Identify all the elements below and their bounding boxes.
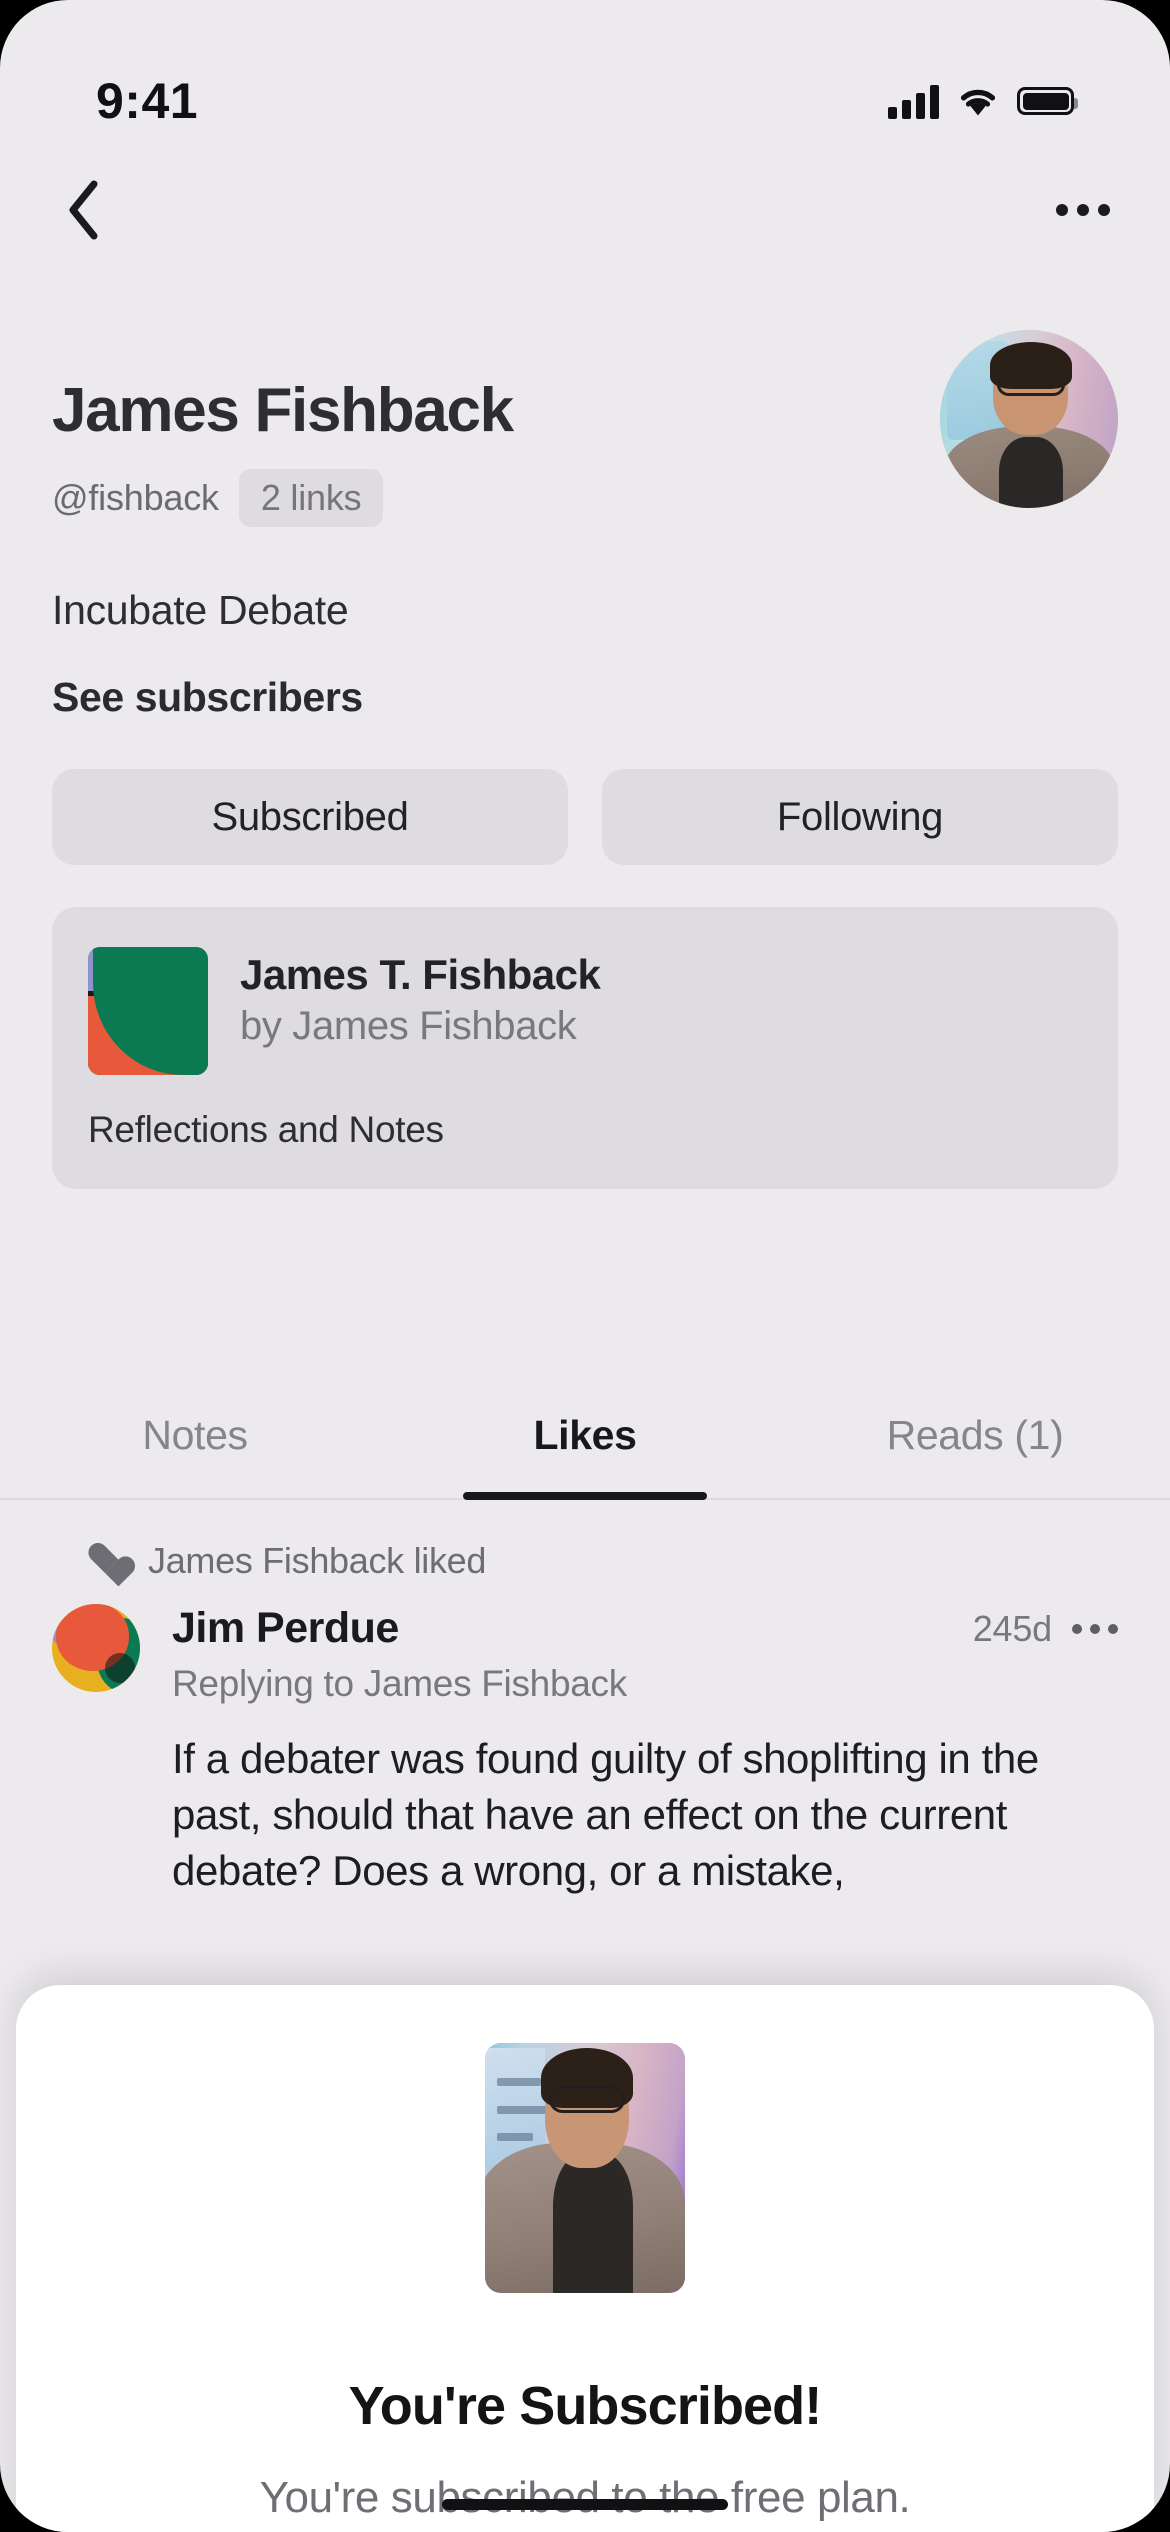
subscription-confirmation-sheet: You're Subscribed! You're subscribed to … [16, 1985, 1154, 2532]
profile-tabs: Notes Likes Reads (1) [0, 1372, 1170, 1500]
note-timestamp: 245d [972, 1607, 1052, 1649]
more-options-button[interactable] [1048, 178, 1118, 242]
liked-by-label: James Fishback liked [148, 1540, 487, 1581]
page-title: James Fishback [52, 376, 514, 445]
ellipsis-horizontal-icon [1056, 204, 1068, 216]
publication-title: James T. Fishback [240, 951, 601, 999]
phone-screen: 9:41 James Fishback @fishback 2 links In… [0, 0, 1170, 2532]
links-badge[interactable]: 2 links [238, 469, 384, 528]
publication-byline: by James Fishback [240, 1004, 577, 1049]
status-bar-clock: 9:41 [96, 73, 199, 129]
sheet-title: You're Subscribed! [348, 2376, 823, 2436]
tab-reads[interactable]: Reads (1) [780, 1372, 1170, 1498]
liked-by-row: James Fishback liked [52, 1540, 1118, 1582]
status-bar-indicators [888, 83, 1078, 119]
profile-action-buttons: Subscribed Following [52, 769, 1118, 866]
note-replying-to: Replying to James Fishback [172, 1663, 627, 1704]
tab-likes[interactable]: Likes [390, 1372, 780, 1498]
note-body-text: If a debater was found guilty of shoplif… [172, 1735, 1039, 1894]
liked-note-item[interactable]: James Fishback liked Jim Perdue 245d Rep… [0, 1540, 1170, 1899]
status-bar: 9:41 [0, 0, 1170, 160]
following-button[interactable]: Following [602, 769, 1118, 866]
profile-header: James Fishback @fishback 2 links Incubat… [0, 330, 1170, 1190]
back-button[interactable] [52, 178, 116, 242]
note-author-name[interactable]: Jim Perdue [172, 1604, 399, 1653]
note-author-avatar[interactable] [52, 1604, 140, 1692]
cellular-signal-icon [888, 83, 939, 119]
navigation-bar [0, 165, 1170, 255]
avatar[interactable] [940, 330, 1118, 508]
subscription-hero-photo [485, 2043, 685, 2293]
handle-row: @fishback 2 links [52, 469, 513, 528]
see-subscribers-link[interactable]: See subscribers [52, 674, 1118, 721]
publication-subtitle: Reflections and Notes [88, 1109, 444, 1151]
publication-logo-icon [88, 947, 208, 1076]
publication-card[interactable]: James T. Fishback by James Fishback Refl… [52, 907, 1118, 1190]
wifi-icon [957, 85, 999, 117]
profile-bio: Incubate Debate [52, 587, 349, 634]
subscribed-button[interactable]: Subscribed [52, 769, 568, 866]
ellipsis-horizontal-icon [1072, 1623, 1082, 1634]
note-more-button[interactable] [1072, 1623, 1118, 1634]
home-indicator[interactable] [442, 2499, 728, 2510]
tab-notes[interactable]: Notes [0, 1372, 390, 1498]
battery-full-icon [1017, 87, 1078, 115]
chevron-left-icon [69, 180, 98, 240]
sheet-subtitle: You're subscribed to the free plan. [259, 2473, 911, 2522]
heart-filled-icon [88, 1544, 124, 1578]
profile-handle: @fishback [52, 477, 219, 519]
